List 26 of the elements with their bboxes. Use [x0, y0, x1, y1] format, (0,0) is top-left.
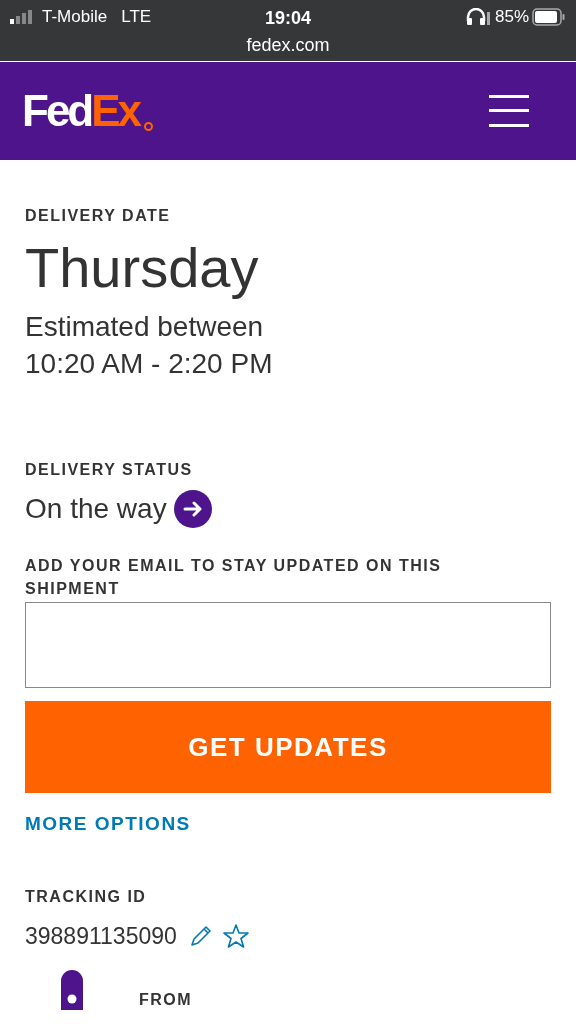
menu-icon[interactable]: [489, 95, 529, 127]
estimate-time: 10:20 AM - 2:20 PM: [25, 347, 274, 381]
battery-icon: [532, 8, 566, 26]
get-updates-button[interactable]: GET UPDATES: [25, 701, 551, 793]
estimate-text: Estimated between: [25, 310, 265, 344]
arrow-right-icon[interactable]: [173, 490, 212, 528]
clock-time: 19:04: [265, 7, 311, 30]
delivery-status: On the way: [25, 492, 167, 526]
battery-percent: 85%: [494, 6, 529, 29]
more-options-link[interactable]: MORE OPTIONS: [25, 810, 551, 839]
tracking-number: 398891135090: [25, 921, 177, 951]
route-start-marker: [61, 970, 83, 1010]
pencil-icon[interactable]: [188, 923, 213, 948]
url-text: fedex.com: [246, 34, 330, 56]
from-label: FROM: [139, 990, 193, 1010]
fedex-logo[interactable]: FedEx: [22, 89, 154, 133]
headphones-icon: [464, 8, 491, 26]
section-label: DELIVERY STATUS: [25, 460, 194, 480]
carrier-name: T-Mobile: [42, 6, 108, 29]
network-type: LTE: [121, 6, 152, 29]
section-label: DELIVERY DATE: [25, 206, 172, 226]
delivery-day: Thursday: [25, 236, 551, 300]
email-field[interactable]: [25, 602, 551, 688]
star-icon[interactable]: [222, 923, 249, 948]
section-label: TRACKING ID: [25, 886, 148, 907]
section-label: ADD YOUR EMAIL TO STAY UPDATED ON THIS SHIPMENT: [25, 556, 443, 599]
